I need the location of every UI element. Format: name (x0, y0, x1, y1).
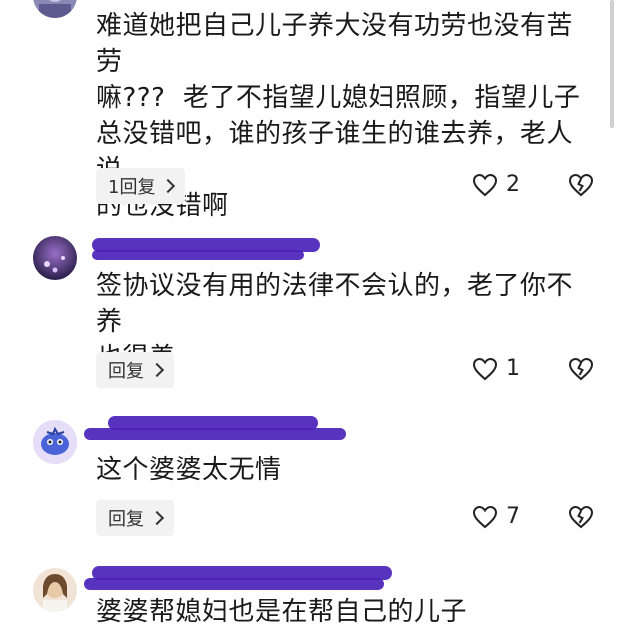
reply-label: 1回复 (108, 177, 156, 198)
scrollbar[interactable] (610, 0, 614, 128)
chevron-right-icon (149, 510, 165, 526)
broken-heart-icon (568, 357, 594, 381)
reply-button[interactable]: 1回复 (96, 168, 186, 204)
like-count: 1 (506, 356, 520, 381)
like-button[interactable]: 2 (472, 172, 520, 197)
dislike-button[interactable] (568, 357, 594, 385)
heart-outline-icon (472, 173, 498, 196)
like-count: 7 (506, 504, 520, 529)
reply-label: 回复 (108, 361, 144, 382)
chevron-right-icon (149, 362, 165, 378)
like-count: 2 (506, 172, 520, 197)
comment-text: 婆婆帮媳妇也是在帮自己的儿子 (96, 597, 468, 627)
like-button[interactable]: 1 (472, 356, 520, 381)
reply-button[interactable]: 回复 (96, 352, 174, 388)
avatar[interactable] (33, 0, 77, 18)
chevron-right-icon (161, 178, 176, 194)
reply-label: 回复 (108, 509, 144, 530)
avatar[interactable] (33, 568, 77, 612)
heart-outline-icon (472, 505, 498, 528)
reply-button[interactable]: 回复 (96, 500, 174, 536)
redacted-username (92, 250, 304, 260)
redacted-username (84, 428, 346, 440)
broken-heart-icon (568, 505, 594, 529)
dislike-button[interactable] (568, 505, 594, 533)
avatar[interactable] (33, 236, 77, 280)
like-button[interactable]: 7 (472, 504, 520, 529)
avatar[interactable] (33, 420, 77, 464)
heart-outline-icon (472, 357, 498, 380)
comment-text: 这个婆婆太无情 (96, 455, 282, 485)
redacted-username (84, 578, 384, 590)
broken-heart-icon (568, 173, 594, 197)
dislike-button[interactable] (568, 173, 594, 201)
